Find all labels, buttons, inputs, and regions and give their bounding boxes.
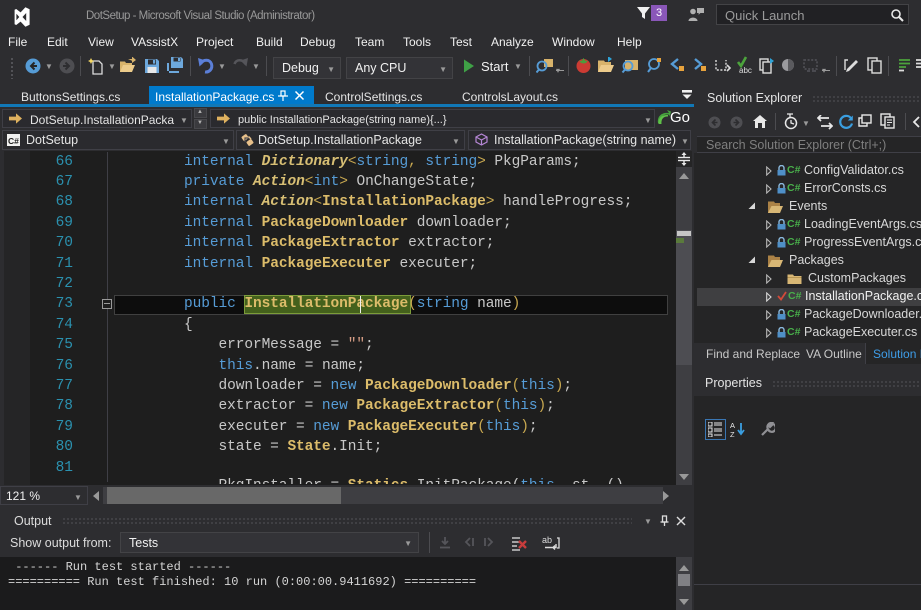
svg-text:A: A bbox=[730, 421, 735, 430]
svg-text:ab: ab bbox=[542, 535, 552, 545]
svg-text:abc: abc bbox=[739, 66, 752, 74]
svg-text:Z: Z bbox=[730, 430, 735, 438]
